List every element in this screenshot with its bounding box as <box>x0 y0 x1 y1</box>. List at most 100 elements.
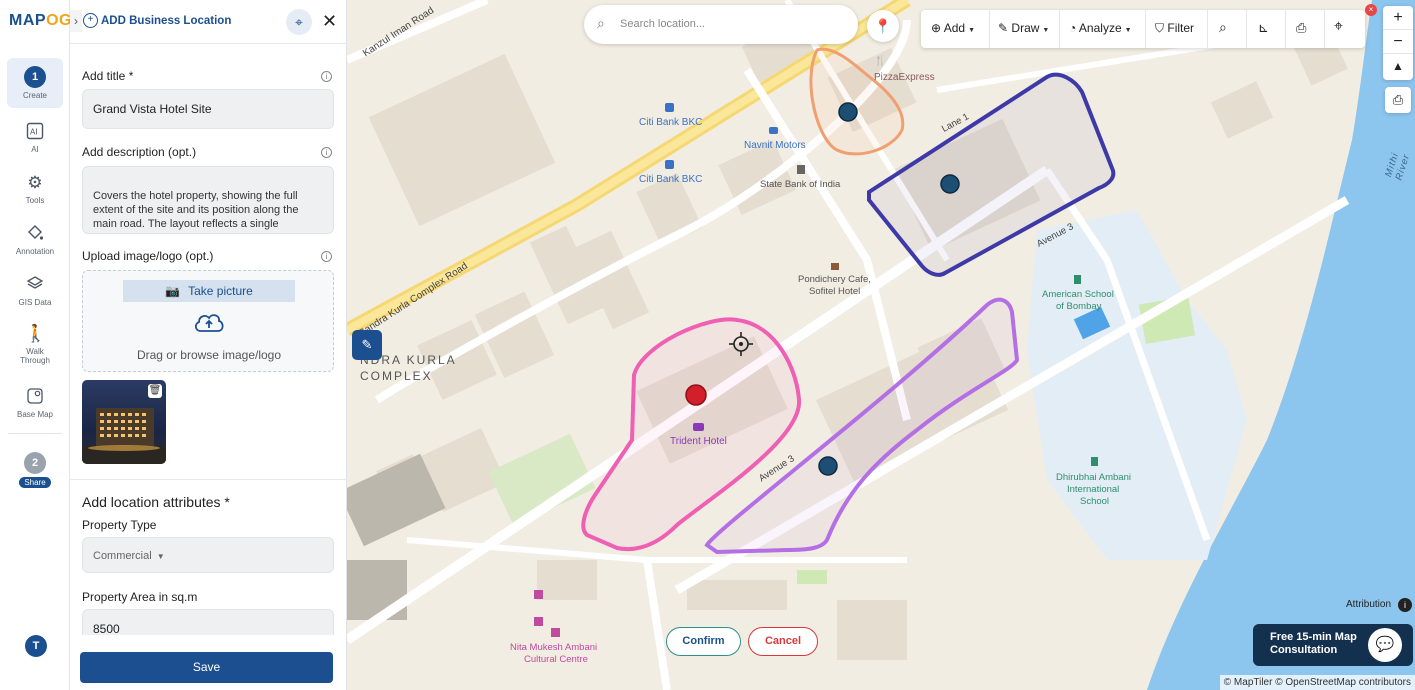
info-icon[interactable]: i <box>321 71 332 82</box>
svg-text:AI: AI <box>30 128 38 137</box>
base-map-icon <box>25 387 45 407</box>
print-map-button[interactable]: ⎙ <box>1385 87 1411 113</box>
info-icon[interactable]: i <box>321 251 332 262</box>
save-button[interactable]: Save <box>80 652 333 683</box>
mapog-logo[interactable]: MAPOG <box>9 12 72 30</box>
rail-item-tools[interactable]: ⚙ Tools <box>7 173 63 205</box>
property-type-label: Property Type <box>82 518 157 532</box>
panel-body: Add title * i Grand Vista Hotel Site Add… <box>70 45 347 635</box>
cloud-upload-icon <box>194 314 224 332</box>
area-label: Property Area in sq.m <box>82 590 198 604</box>
property-type-select[interactable]: Commercial ▼ <box>82 537 334 573</box>
map-canvas[interactable]: Kanzul Iman Road Bandra Kurla Complex Ro… <box>347 0 1415 690</box>
map-label-nita-1: Nita Mukesh Ambani <box>510 642 598 653</box>
uploaded-image-thumbnail[interactable]: 🗑 <box>82 380 166 464</box>
map-label-pizza: PizzaExpress <box>874 72 935 83</box>
map-poi-pizza-icon: 🍴 <box>874 56 887 67</box>
zoom-search-icon[interactable]: ⌕ <box>1219 19 1227 36</box>
description-textarea[interactable]: Covers the hotel property, showing the f… <box>82 166 334 234</box>
paint-bucket-icon <box>25 224 45 244</box>
zoom-out-button[interactable]: − <box>1383 30 1413 54</box>
zoom-in-button[interactable]: + <box>1383 6 1413 30</box>
description-label: Add description (opt.) <box>82 145 197 159</box>
camera-icon: 📷 <box>165 284 181 298</box>
toolbar-divider <box>1207 10 1208 48</box>
attributes-section-title: Add location attributes * <box>82 494 230 510</box>
map-base-layer <box>347 0 1415 690</box>
drag-browse-text: Drag or browse image/logo <box>136 348 282 362</box>
map-label-nita-2: Cultural Centre <box>524 654 588 665</box>
step-number-2: 2 <box>24 452 46 474</box>
close-icon[interactable]: ✕ <box>322 10 337 32</box>
upload-dropzone[interactable]: 📷 Take picture Drag or browse image/logo <box>82 270 334 372</box>
chevron-down-icon: ▼ <box>156 552 165 561</box>
filter-button[interactable]: ⛉ Filter <box>1155 21 1194 36</box>
add-location-panel: › + ADD Business Location ⌖ ✕ Add title … <box>70 0 347 690</box>
add-menu[interactable]: ⊕ Add ▼ <box>931 21 975 35</box>
delete-image-icon[interactable]: 🗑 <box>148 384 162 398</box>
rail-step-share[interactable]: 2 Share <box>7 452 63 488</box>
toolbar-divider <box>1285 10 1286 48</box>
rail-step-label: Create <box>22 91 47 100</box>
panel-header: › + ADD Business Location ⌖ ✕ <box>70 0 347 44</box>
confirm-button[interactable]: Confirm <box>666 627 741 656</box>
collapse-chevron-icon[interactable]: › <box>70 10 82 32</box>
walker-icon: 🚶 <box>25 324 47 343</box>
printer-icon: ⎙ <box>1392 92 1404 107</box>
map-label-pondi: Pondichery Cafe, <box>798 274 871 285</box>
attribution-label[interactable]: Attribution <box>1346 599 1391 610</box>
app-root: MAPOG 1 Create AI AI ⚙ Tools Annotation … <box>0 0 1415 690</box>
analyze-menu[interactable]: ◔ Analyze ▼ <box>1069 21 1132 35</box>
compass-north-icon[interactable]: ▲ <box>1383 54 1413 78</box>
area-input[interactable]: 8500 <box>82 609 334 635</box>
toolbar-divider <box>1145 10 1146 48</box>
panel-title: ADD Business Location <box>101 15 232 27</box>
info-icon[interactable]: i <box>1398 598 1412 612</box>
step-number-1: 1 <box>24 66 46 88</box>
ai-icon: AI <box>25 122 45 142</box>
locate-me-icon[interactable]: ⌖ <box>1334 18 1343 36</box>
chart-pie-icon: ◔ <box>1069 21 1077 35</box>
user-avatar[interactable]: T <box>25 635 47 657</box>
map-label-dhirubhai-3: School <box>1080 496 1110 507</box>
map-label-american-1: American School <box>1042 289 1114 300</box>
info-icon[interactable]: i <box>321 147 332 158</box>
section-divider <box>70 479 347 480</box>
close-toolbar-icon[interactable]: × <box>1365 4 1377 16</box>
cancel-button[interactable]: Cancel <box>748 627 818 656</box>
chat-icon[interactable]: 💬 <box>1368 628 1402 662</box>
map-label-citi-1: Citi Bank BKC <box>639 117 703 128</box>
rail-step-create[interactable]: 1 Create <box>7 58 63 108</box>
edit-shape-button[interactable]: ✎ <box>352 330 382 360</box>
gear-icon: ⚙ <box>27 173 43 192</box>
drop-pin-button[interactable]: 📍 <box>867 10 899 42</box>
map-label-citi-2: Citi Bank BKC <box>639 174 703 185</box>
map-copyright: © MapTiler © OpenStreetMap contributors <box>1220 675 1415 690</box>
toolbar-divider <box>1059 10 1060 48</box>
map-label-sofitel: Sofitel Hotel <box>809 286 861 297</box>
map-label-bkc-2: COMPLEX <box>360 369 433 383</box>
rail-item-gis-data[interactable]: GIS Data <box>7 275 63 307</box>
title-input[interactable]: Grand Vista Hotel Site <box>82 89 334 129</box>
plus-circle-icon: ⊕ <box>931 21 942 35</box>
search-input[interactable]: Search location... <box>620 18 705 30</box>
pencil-icon: ✎ <box>998 21 1009 35</box>
upload-label: Upload image/logo (opt.) <box>82 249 214 263</box>
left-rail: MAPOG 1 Create AI AI ⚙ Tools Annotation … <box>0 0 72 690</box>
location-plus-icon: + <box>83 13 98 28</box>
rail-item-ai[interactable]: AI AI <box>7 122 63 154</box>
rail-item-walk-through[interactable]: 🚶 Walk Through <box>7 324 63 365</box>
pencil-icon: ✎ <box>361 337 373 352</box>
draw-menu[interactable]: ✎ Draw ▼ <box>998 21 1049 35</box>
rail-item-base-map[interactable]: Base Map <box>7 387 63 419</box>
measure-icon[interactable]: ⊾ <box>1258 20 1269 36</box>
toolbar-divider <box>1324 10 1325 48</box>
map-label-sbi: State Bank of India <box>760 179 841 190</box>
location-search[interactable]: ⌕ Search location... <box>584 5 858 44</box>
printer-icon[interactable]: ⎙ <box>1296 20 1306 36</box>
map-toolbar: ⊕ Add ▼ ✎ Draw ▼ ◔ Analyze ▼ ⛉ Filter ⌕ ⊾ ⎙… <box>921 10 1365 48</box>
rail-item-annotation[interactable]: Annotation <box>7 224 63 256</box>
layers-icon <box>25 275 45 295</box>
locate-target-button[interactable]: ⌖ <box>286 9 312 35</box>
take-picture-button[interactable]: 📷 Take picture <box>123 280 295 302</box>
